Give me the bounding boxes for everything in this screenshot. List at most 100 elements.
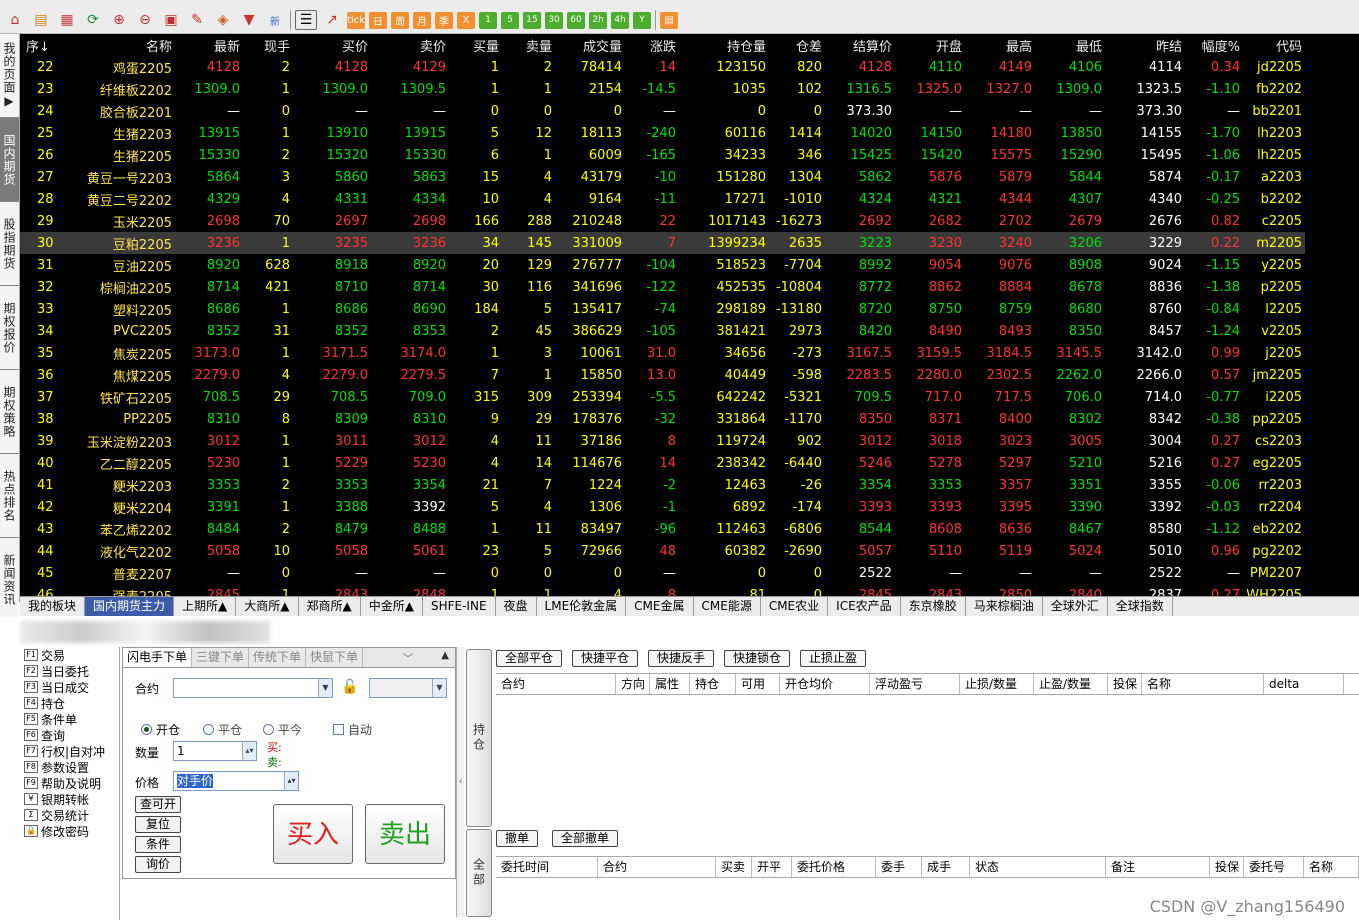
table-row[interactable]: 31 豆油2205 8920 628 8918 8920 20 129 276777 -104 51… bbox=[20, 254, 1305, 276]
position-action-button[interactable]: 快捷平仓 bbox=[572, 650, 639, 667]
refresh-icon[interactable]: ⟳ bbox=[82, 10, 104, 30]
close-radio[interactable]: 平仓 bbox=[203, 721, 242, 738]
period-X[interactable]: X bbox=[457, 11, 475, 29]
line-chart-icon[interactable]: ↗ bbox=[321, 10, 343, 30]
market-tab[interactable]: 郑商所▲ bbox=[299, 597, 361, 616]
market-tab[interactable]: 中金所▲ bbox=[361, 597, 423, 616]
period-5[interactable]: 5 bbox=[501, 11, 519, 29]
period-4h[interactable]: 4h bbox=[611, 11, 629, 29]
table-row[interactable]: 22 鸡蛋2205 4128 2 4128 4129 1 2 78414 14 123150 820 4… bbox=[20, 56, 1305, 78]
orders-col-header[interactable]: 委托价格 bbox=[792, 857, 876, 877]
market-tab[interactable]: 东京橡胶 bbox=[901, 597, 966, 616]
market-tab[interactable]: 大商所▲ bbox=[236, 597, 299, 616]
positions-col-header[interactable]: 名称 bbox=[1142, 674, 1264, 694]
zoom-in-icon[interactable]: ⊕ bbox=[108, 10, 130, 30]
order-tab[interactable]: 三键下单 bbox=[192, 648, 250, 667]
table-row[interactable]: 46 强麦2205 2845 1 2843 2848 1 1 4 8 81 0 2845 2843 2850… bbox=[20, 584, 1305, 597]
market-tab[interactable]: 我的板块 bbox=[20, 597, 86, 616]
orders-side-tab[interactable]: 全部 bbox=[466, 829, 492, 917]
table-row[interactable]: 42 粳米2204 3391 1 3388 3392 5 4 1306 -1 6892 -174 339… bbox=[20, 496, 1305, 518]
period-季[interactable]: 季 bbox=[435, 11, 453, 29]
market-tab[interactable]: LME伦敦金属 bbox=[537, 597, 627, 616]
orders-col-header[interactable]: 开平 bbox=[752, 857, 792, 877]
calendar-icon[interactable]: ▤ bbox=[660, 11, 678, 29]
window-icon[interactable]: ▣ bbox=[160, 10, 182, 30]
layers-icon[interactable]: ◈ bbox=[212, 10, 234, 30]
positions-col-header[interactable]: 合约 bbox=[496, 674, 616, 694]
order-tab[interactable]: 快鼠下单 bbox=[306, 648, 364, 667]
side-tab-1[interactable]: 我的页面▶ bbox=[0, 34, 19, 118]
order-small-button[interactable]: 查可开 bbox=[135, 796, 181, 813]
orders-col-header[interactable]: 备注 bbox=[1106, 857, 1210, 877]
table-row[interactable]: 36 焦煤2205 2279.0 4 2279.0 2279.5 7 1 15850 13.0 40… bbox=[20, 364, 1305, 386]
positions-col-header[interactable]: delta bbox=[1264, 674, 1344, 694]
nav-item[interactable]: F6 查询 bbox=[8, 727, 119, 743]
table-row[interactable]: 26 生猪2205 15330 2 15320 15330 6 1 6009 -165 34233 3… bbox=[20, 144, 1305, 166]
col-header[interactable]: 成交量 bbox=[555, 34, 625, 56]
period-15[interactable]: 15 bbox=[523, 11, 541, 29]
nav-item[interactable]: Σ 交易统计 bbox=[8, 807, 119, 823]
period-30[interactable]: 30 bbox=[545, 11, 563, 29]
side-tab-6[interactable]: 热点排名 bbox=[0, 454, 19, 538]
position-action-button[interactable]: 止损止盈 bbox=[800, 650, 867, 667]
position-action-button[interactable]: 快捷反手 bbox=[648, 650, 715, 667]
table-row[interactable]: 27 黄豆一号2203 5864 3 5860 5863 15 4 43179 -10 151280… bbox=[20, 166, 1305, 188]
positions-col-header[interactable]: 可用 bbox=[736, 674, 780, 694]
orders-col-header[interactable]: 委托时间 bbox=[496, 857, 598, 877]
auto-checkbox[interactable]: 自动 bbox=[333, 721, 372, 738]
positions-col-header[interactable]: 投保 bbox=[1108, 674, 1142, 694]
positions-col-header[interactable]: 浮动盈亏 bbox=[870, 674, 960, 694]
table-row[interactable]: 28 黄豆二号2202 4329 4 4331 4334 10 4 9164 -11 17271 -1… bbox=[20, 188, 1305, 210]
sell-button[interactable]: 卖出 bbox=[365, 804, 445, 864]
positions-col-header[interactable]: 止盈/数量 bbox=[1034, 674, 1108, 694]
list-view-icon[interactable]: ☰ bbox=[295, 10, 317, 30]
lock-icon[interactable]: 🔓 bbox=[341, 679, 358, 695]
nav-item[interactable]: F5 条件单 bbox=[8, 711, 119, 727]
order-small-button[interactable]: 条件 bbox=[135, 836, 181, 853]
order-small-button[interactable]: 复位 bbox=[135, 816, 181, 833]
nav-item[interactable]: F7 行权|自对冲 bbox=[8, 743, 119, 759]
buy-button[interactable]: 买入 bbox=[273, 804, 353, 864]
positions-col-header[interactable]: 止损/数量 bbox=[960, 674, 1034, 694]
table-row[interactable]: 37 铁矿石2205 708.5 29 708.5 709.0 315 309 253394 -5… bbox=[20, 386, 1305, 408]
table-row[interactable]: 38 PP2205 8310 8 8309 8310 9 29 178376 -32 331864 -… bbox=[20, 408, 1305, 430]
col-header[interactable]: 现手 bbox=[243, 34, 293, 56]
period-月[interactable]: 月 bbox=[413, 11, 431, 29]
orders-col-header[interactable]: 委托号 bbox=[1244, 857, 1304, 877]
market-tab[interactable]: ICE农产品 bbox=[828, 597, 901, 616]
orders-col-header[interactable]: 状态 bbox=[970, 857, 1106, 877]
orders-col-header[interactable]: 成手 bbox=[922, 857, 970, 877]
col-header[interactable]: 卖量 bbox=[502, 34, 555, 56]
market-tab[interactable]: 夜盘 bbox=[496, 597, 537, 616]
table-row[interactable]: 34 PVC2205 8352 31 8352 8353 2 45 386629 -105 3814… bbox=[20, 320, 1305, 342]
positions-col-header[interactable]: 方向 bbox=[616, 674, 650, 694]
orders-col-header[interactable]: 投保 bbox=[1210, 857, 1244, 877]
positions-col-header[interactable]: 属性 bbox=[650, 674, 690, 694]
col-header[interactable]: 涨跌 bbox=[625, 34, 679, 56]
side-tab-7[interactable]: 新闻资讯 bbox=[0, 538, 19, 622]
col-header[interactable]: 最新 bbox=[175, 34, 243, 56]
table-row[interactable]: 32 棕榈油2205 8714 421 8710 8714 30 116 341696 -122 4… bbox=[20, 276, 1305, 298]
table-row[interactable]: 41 粳米2203 3353 2 3353 3354 21 7 1224 -2 12463 -26 33… bbox=[20, 474, 1305, 496]
market-tab[interactable]: CME能源 bbox=[694, 597, 761, 616]
market-tab[interactable]: 国内期货主力 bbox=[85, 597, 175, 616]
col-header[interactable]: 最低 bbox=[1035, 34, 1105, 56]
orders-col-header[interactable]: 买卖 bbox=[716, 857, 752, 877]
col-header[interactable]: 开盘 bbox=[895, 34, 965, 56]
table-row[interactable]: 23 纤维板2202 1309.0 1 1309.0 1309.5 1 1 2154 -14.5 1… bbox=[20, 78, 1305, 100]
period-tick[interactable]: tick bbox=[347, 11, 365, 29]
market-tab[interactable]: 上期所▲ bbox=[174, 597, 237, 616]
home-icon[interactable]: ⌂ bbox=[4, 10, 26, 30]
nav-item[interactable]: F8 参数设置 bbox=[8, 759, 119, 775]
market-tab[interactable]: CME农业 bbox=[761, 597, 829, 616]
col-header[interactable]: 最高 bbox=[965, 34, 1035, 56]
nav-item[interactable]: F1 交易 bbox=[8, 647, 119, 663]
order-action-button[interactable]: 全部撤单 bbox=[552, 830, 619, 847]
table-row[interactable]: 30 豆粕2205 3236 1 3235 3236 34 145 331009 7 1399234… bbox=[20, 232, 1305, 254]
stepper-icon[interactable]: ▴▾ bbox=[284, 772, 298, 790]
col-header[interactable]: 仓差 bbox=[769, 34, 825, 56]
nav-item[interactable]: ¥ 银期转帐 bbox=[8, 791, 119, 807]
positions-col-header[interactable]: 开仓均价 bbox=[780, 674, 870, 694]
book-icon[interactable]: ▤ bbox=[30, 10, 52, 30]
order-tab[interactable]: 传统下单 bbox=[249, 648, 307, 667]
